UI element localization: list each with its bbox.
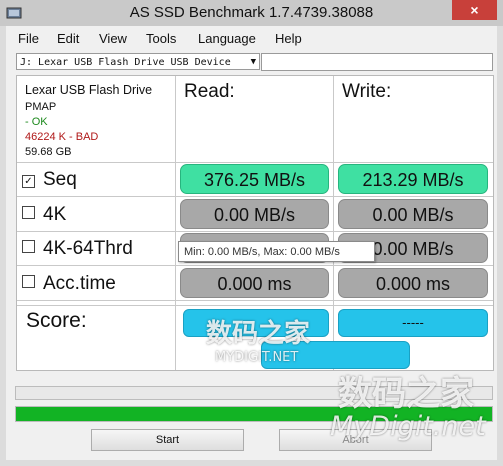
start-button[interactable]: Start: [91, 429, 244, 451]
abort-button[interactable]: Abort: [279, 429, 432, 451]
close-button[interactable]: ×: [452, 0, 497, 20]
acc-write-result: 0.000 ms: [338, 268, 488, 298]
grid-divider: [17, 305, 493, 306]
chevron-down-icon[interactable]: ▼: [251, 54, 256, 71]
seq-read-result: 376.25 MB/s: [180, 164, 329, 194]
row-seq-label: Seq: [43, 169, 77, 190]
progress-bar-total: [15, 406, 493, 422]
write-header: Write:: [342, 81, 392, 102]
checkbox-acc-time[interactable]: [22, 275, 35, 288]
row-4k-label: 4K: [43, 204, 67, 225]
grid-divider: [17, 196, 493, 197]
menu-view[interactable]: View: [99, 31, 127, 46]
text-field[interactable]: [261, 53, 493, 71]
grid-divider: [17, 231, 493, 232]
row-4k-64thrd[interactable]: 4K-64Thrd: [22, 238, 133, 260]
main-window: File Edit View Tools Language Help J: Le…: [6, 26, 497, 460]
row-4k[interactable]: 4K: [22, 204, 66, 226]
score-label: Score:: [26, 309, 87, 332]
menu-edit[interactable]: Edit: [57, 31, 79, 46]
menu-bar: File Edit View Tools Language Help: [6, 26, 497, 50]
driver-status: - OK: [25, 116, 48, 128]
grid-divider: [333, 76, 334, 370]
progress-fill: [16, 407, 492, 421]
alignment-status: 46224 K - BAD: [25, 131, 99, 143]
checkbox-seq[interactable]: ✓: [22, 175, 35, 188]
device-name: Lexar USB Flash Drive: [25, 83, 153, 97]
progress-bar-test: [15, 386, 493, 400]
window-title: AS SSD Benchmark 1.7.4739.38088: [129, 4, 374, 21]
menu-file[interactable]: File: [18, 31, 39, 46]
results-grid: Lexar USB Flash Drive PMAP - OK 46224 K …: [16, 75, 494, 371]
row-seq[interactable]: ✓ Seq: [22, 169, 77, 191]
4k-read-result: 0.00 MB/s: [180, 199, 329, 229]
score-write: -----: [338, 309, 488, 337]
tooltip: Min: 0.00 MB/s, Max: 0.00 MB/s: [178, 241, 375, 262]
menu-language[interactable]: Language: [198, 31, 256, 46]
drive-select[interactable]: J: Lexar USB Flash Drive USB Device ▼: [16, 53, 260, 70]
row-4k-64thrd-label: 4K-64Thrd: [43, 238, 133, 259]
device-size: 59.68 GB: [25, 146, 72, 158]
read-header: Read:: [184, 81, 235, 102]
score-read: [183, 309, 329, 337]
row-acc-time-label: Acc.time: [43, 273, 116, 294]
grid-divider: [175, 76, 176, 370]
device-driver: PMAP: [25, 101, 57, 113]
grid-divider: [17, 265, 493, 266]
menu-tools[interactable]: Tools: [146, 31, 176, 46]
acc-read-result: 0.000 ms: [180, 268, 329, 298]
row-acc-time[interactable]: Acc.time: [22, 273, 116, 295]
score-total: [261, 341, 410, 369]
checkbox-4k[interactable]: [22, 206, 35, 219]
seq-write-result: 213.29 MB/s: [338, 164, 488, 194]
grid-divider: [17, 300, 493, 301]
4k-write-result: 0.00 MB/s: [338, 199, 488, 229]
grid-divider: [17, 162, 493, 163]
checkbox-4k-64thrd[interactable]: [22, 240, 35, 253]
menu-help[interactable]: Help: [275, 31, 302, 46]
title-bar: AS SSD Benchmark 1.7.4739.38088 ×: [0, 0, 503, 26]
drive-select-value: J: Lexar USB Flash Drive USB Device: [20, 57, 231, 68]
